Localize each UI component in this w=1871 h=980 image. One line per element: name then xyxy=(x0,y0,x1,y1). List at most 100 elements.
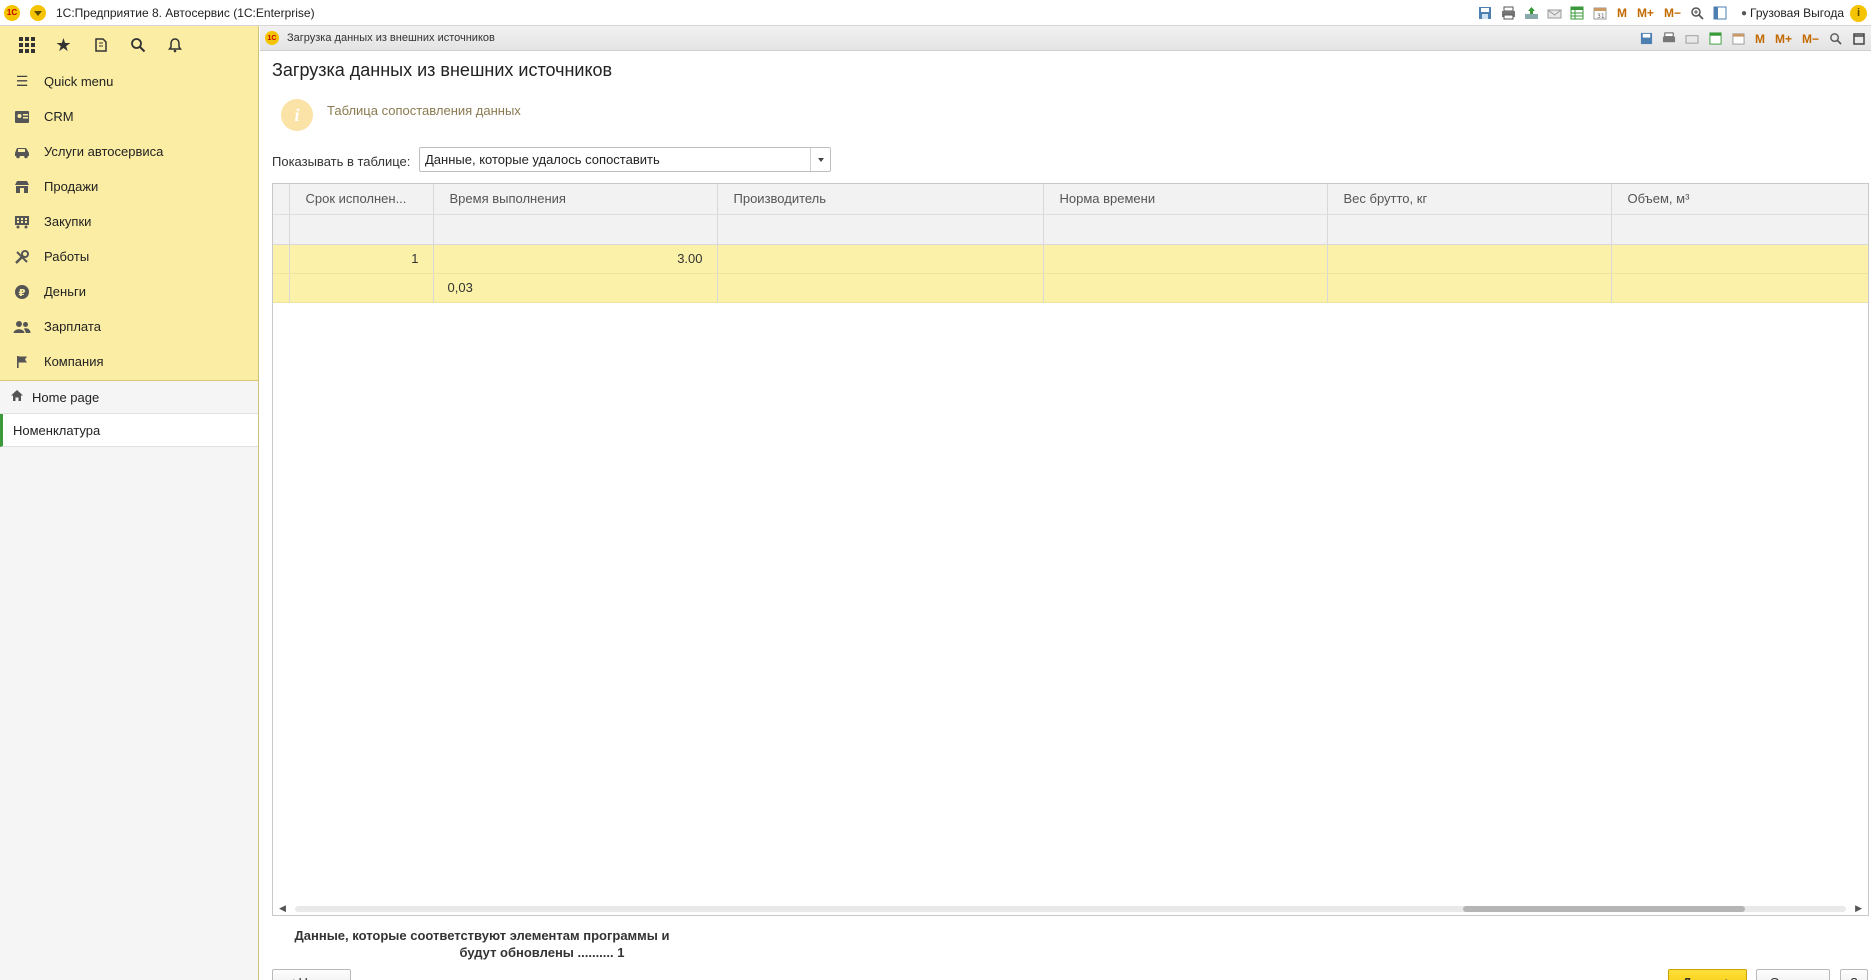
filter-select[interactable]: Данные, которые удалось сопоставить xyxy=(419,147,831,172)
app-titlebar: 1С 1С:Предприятие 8. Автосервис (1С:Ente… xyxy=(0,0,1871,26)
subheader-cell xyxy=(433,214,718,245)
subheader-cell xyxy=(289,214,434,245)
sections-panel: ★ ☰ Quick menu CRM Услуги автосервиса Пр… xyxy=(0,26,258,381)
sidebar-item-quick-menu[interactable]: ☰ Quick menu xyxy=(0,64,258,99)
print-icon[interactable] xyxy=(1661,30,1678,47)
flag-icon xyxy=(12,355,32,369)
back-button[interactable]: < Назад xyxy=(272,969,351,980)
upload-icon[interactable] xyxy=(1523,5,1540,22)
calendar-icon[interactable]: 31 xyxy=(1592,5,1609,22)
sidebar-quick-icons: ★ xyxy=(0,26,258,64)
svg-text:31: 31 xyxy=(1597,13,1605,20)
open-window-nomenclature[interactable]: Номенклатура xyxy=(0,414,258,447)
sidebar-item-company[interactable]: Компания xyxy=(0,344,258,379)
row-gutter xyxy=(273,273,290,303)
sidebar-item-works[interactable]: Работы xyxy=(0,239,258,274)
data-import-window: 1С Загрузка данных из внешних источников… xyxy=(260,26,1871,980)
table-subheader-row xyxy=(273,214,1868,245)
table-cell[interactable] xyxy=(717,273,1044,303)
subheader-cell xyxy=(717,214,1044,245)
table-cell[interactable]: 3.00 xyxy=(433,244,718,274)
table-row[interactable]: 0,03 xyxy=(273,273,1868,303)
sidebar-item-money[interactable]: ₽ Деньги xyxy=(0,274,258,309)
maximize-icon[interactable] xyxy=(1850,30,1867,47)
ruble-icon: ₽ xyxy=(12,284,32,300)
current-user[interactable]: ● Грузовая Выгода xyxy=(1741,6,1844,20)
sidebar-item-sales[interactable]: Продажи xyxy=(0,169,258,204)
table-cell[interactable] xyxy=(1043,273,1328,303)
save-icon[interactable] xyxy=(1477,5,1494,22)
memory-m-minus-button[interactable]: M− xyxy=(1800,32,1821,46)
horizontal-scrollbar[interactable]: ◀ ▶ xyxy=(273,901,1868,915)
table-cell[interactable] xyxy=(289,273,434,303)
window-tab-header: 1С Загрузка данных из внешних источников… xyxy=(260,26,1871,51)
window-tab-title: Загрузка данных из внешних источников xyxy=(287,32,495,44)
user-icon: ● xyxy=(1740,7,1748,19)
help-button[interactable]: ? xyxy=(1840,969,1868,980)
svg-text:₽: ₽ xyxy=(19,288,26,299)
table-cell[interactable] xyxy=(1043,244,1328,274)
print-icon[interactable] xyxy=(1500,5,1517,22)
column-header[interactable]: Вес брутто, кг xyxy=(1327,184,1612,215)
table-icon[interactable] xyxy=(1569,5,1586,22)
home-icon xyxy=(10,389,24,405)
sidebar-item-label: Работы xyxy=(44,249,90,264)
car-icon xyxy=(12,145,32,159)
table-header-row: Срок исполнен... Время выполнения Произв… xyxy=(273,184,1868,215)
column-header[interactable]: Срок исполнен... xyxy=(289,184,434,215)
column-header[interactable]: Объем, м³ xyxy=(1611,184,1868,215)
sidebar-item-purchases[interactable]: Закупки xyxy=(0,204,258,239)
scrollbar-thumb[interactable] xyxy=(1463,906,1745,912)
memory-m-plus-button[interactable]: M+ xyxy=(1773,32,1794,46)
info-icon[interactable]: i xyxy=(1850,4,1867,22)
mail-icon[interactable] xyxy=(1684,30,1701,47)
table-cell[interactable] xyxy=(1327,244,1612,274)
memory-m-plus-button[interactable]: M+ xyxy=(1635,6,1656,20)
zoom-icon[interactable] xyxy=(1827,30,1844,47)
table-cell[interactable] xyxy=(717,244,1044,274)
summary-line-1: Данные, которые соответствуют элементам … xyxy=(294,928,670,943)
mail-icon[interactable] xyxy=(1546,5,1563,22)
cancel-button[interactable]: Отмена xyxy=(1756,969,1830,980)
shop-icon xyxy=(12,180,32,194)
next-button[interactable]: Далее > xyxy=(1668,969,1747,980)
table-cell[interactable] xyxy=(1611,273,1868,303)
zoom-icon[interactable] xyxy=(1689,5,1706,22)
table-row[interactable]: 1 3.00 xyxy=(273,244,1868,274)
main-menu-dropdown-icon[interactable] xyxy=(30,4,46,21)
1c-logo-icon[interactable]: 1С xyxy=(4,4,20,21)
chevron-down-icon[interactable] xyxy=(810,148,830,171)
favorites-star-icon[interactable]: ★ xyxy=(45,26,82,64)
row-gutter xyxy=(273,244,290,274)
sidebar-item-label: CRM xyxy=(44,109,74,124)
sidebar: ★ ☰ Quick menu CRM Услуги автосервиса Пр… xyxy=(0,26,259,980)
people-icon xyxy=(12,320,32,334)
column-header[interactable]: Производитель xyxy=(717,184,1044,215)
memory-m-minus-button[interactable]: M− xyxy=(1662,6,1683,20)
sidebar-item-autoservice[interactable]: Услуги автосервиса xyxy=(0,134,258,169)
table-icon[interactable] xyxy=(1707,30,1724,47)
column-header[interactable]: Время выполнения xyxy=(433,184,718,215)
table-cell[interactable] xyxy=(1611,244,1868,274)
column-header[interactable]: Норма времени xyxy=(1043,184,1328,215)
apps-grid-icon[interactable] xyxy=(8,26,45,64)
memory-m-button[interactable]: M xyxy=(1753,32,1767,46)
notifications-bell-icon[interactable] xyxy=(156,26,193,64)
panel-icon[interactable] xyxy=(1712,5,1729,22)
history-icon[interactable] xyxy=(82,26,119,64)
calendar-icon[interactable] xyxy=(1730,30,1747,47)
table-cell[interactable] xyxy=(1327,273,1612,303)
sidebar-item-salary[interactable]: Зарплата xyxy=(0,309,258,344)
scroll-left-arrow-icon[interactable]: ◀ xyxy=(279,903,286,914)
search-icon[interactable] xyxy=(119,26,156,64)
save-icon[interactable] xyxy=(1638,30,1655,47)
sidebar-item-crm[interactable]: CRM xyxy=(0,99,258,134)
tools-icon xyxy=(12,249,32,265)
table-cell[interactable]: 1 xyxy=(289,244,434,274)
table-cell[interactable]: 0,03 xyxy=(433,273,718,303)
memory-m-button[interactable]: M xyxy=(1615,6,1629,20)
scroll-right-arrow-icon[interactable]: ▶ xyxy=(1855,903,1862,914)
filter-select-value: Данные, которые удалось сопоставить xyxy=(425,152,660,167)
sidebar-home-page[interactable]: Home page xyxy=(0,381,258,414)
data-mapping-table[interactable]: Срок исполнен... Время выполнения Произв… xyxy=(272,183,1869,916)
